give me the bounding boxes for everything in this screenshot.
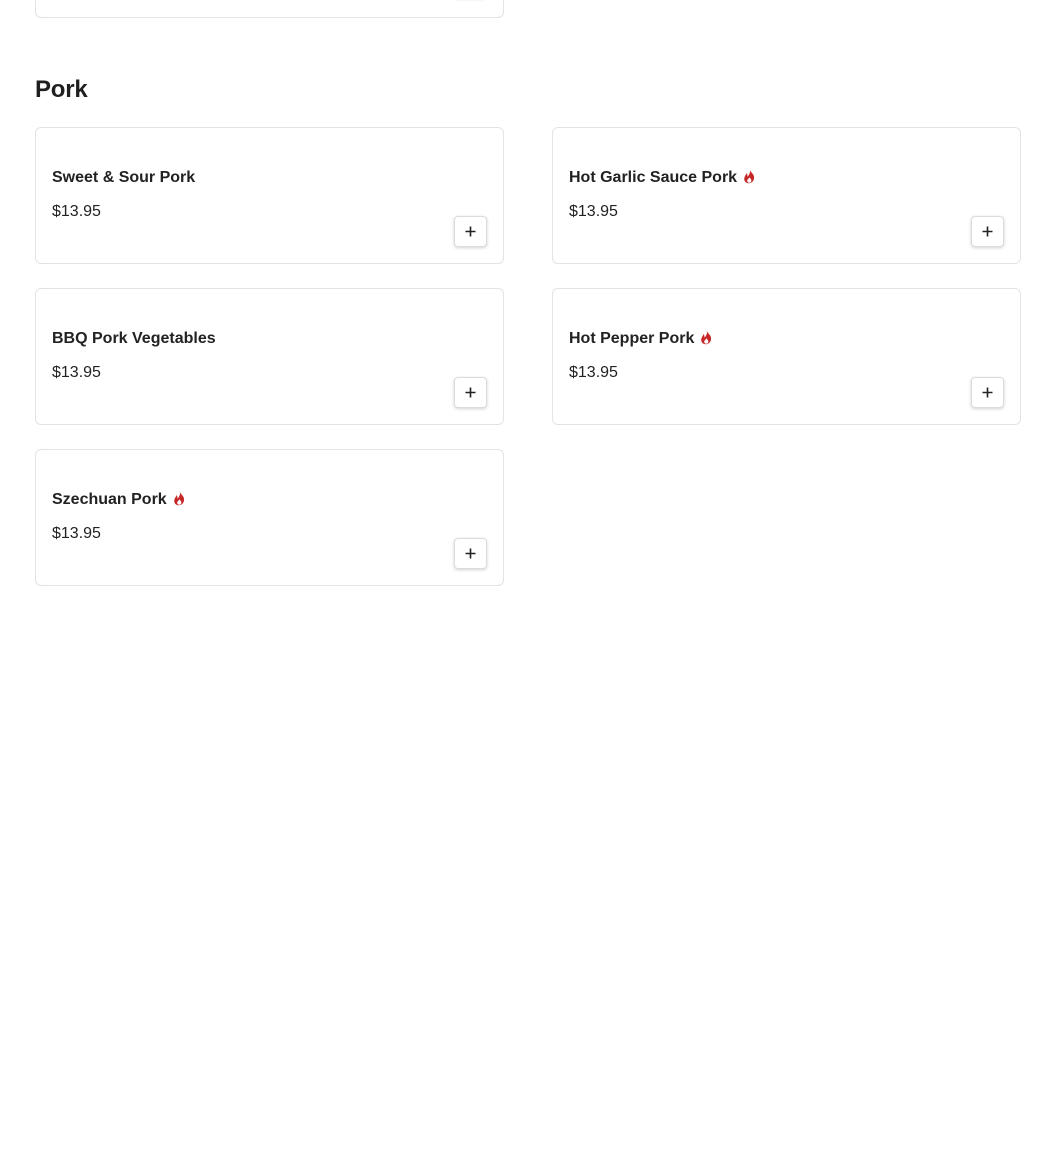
plus-icon [465, 387, 476, 398]
menu-item-card[interactable]: Hot Pepper Pork $13.95 [552, 288, 1021, 425]
menu-item-name-row: BBQ Pork Vegetables [52, 330, 216, 348]
flame-icon [744, 169, 755, 183]
menu-item-card[interactable]: Szechuan Pork $13.95 [35, 449, 504, 586]
menu-item-name: Szechuan Pork [52, 491, 167, 508]
menu-item-name: Hot Pepper Pork [569, 330, 695, 347]
menu-item-name-row: Hot Garlic Sauce Pork [569, 169, 756, 187]
menu-item-card[interactable]: Hot Garlic Sauce Pork $13.95 [552, 127, 1021, 264]
menu-item-name: BBQ Pork Vegetables [52, 330, 216, 347]
plus-icon [465, 548, 476, 559]
add-item-button[interactable] [454, 377, 487, 408]
menu-item-price: $13.95 [569, 364, 618, 381]
menu-item-price: $13.95 [52, 525, 101, 542]
plus-icon [982, 226, 993, 237]
menu-item-price: $13.95 [52, 364, 101, 381]
plus-icon [982, 387, 993, 398]
plus-icon [465, 226, 476, 237]
menu-item-card[interactable]: Sweet & Sour Pork $13.95 [35, 127, 504, 264]
add-item-button[interactable] [971, 216, 1004, 247]
menu-item-name: Hot Garlic Sauce Pork [569, 169, 738, 186]
add-item-button[interactable] [971, 377, 1004, 408]
section-title: Pork [35, 76, 88, 103]
menu-item-card[interactable]: BBQ Pork Vegetables $13.95 [35, 288, 504, 425]
menu-item-price: $13.95 [52, 203, 101, 220]
add-item-button[interactable] [454, 216, 487, 247]
menu-item-card-previous[interactable] [35, 0, 504, 18]
menu-item-name-row: Hot Pepper Pork [569, 330, 713, 348]
menu-item-name: Sweet & Sour Pork [52, 169, 196, 186]
menu-item-name-row: Sweet & Sour Pork [52, 169, 195, 187]
menu-item-price: $13.95 [569, 203, 618, 220]
menu-item-name-row: Szechuan Pork [52, 491, 186, 509]
add-item-button[interactable] [454, 538, 487, 569]
menu-page: Pork Sweet & Sour Pork $13.95 Hot Garlic… [0, 0, 1050, 1157]
flame-icon [701, 330, 712, 344]
flame-icon [173, 491, 184, 505]
